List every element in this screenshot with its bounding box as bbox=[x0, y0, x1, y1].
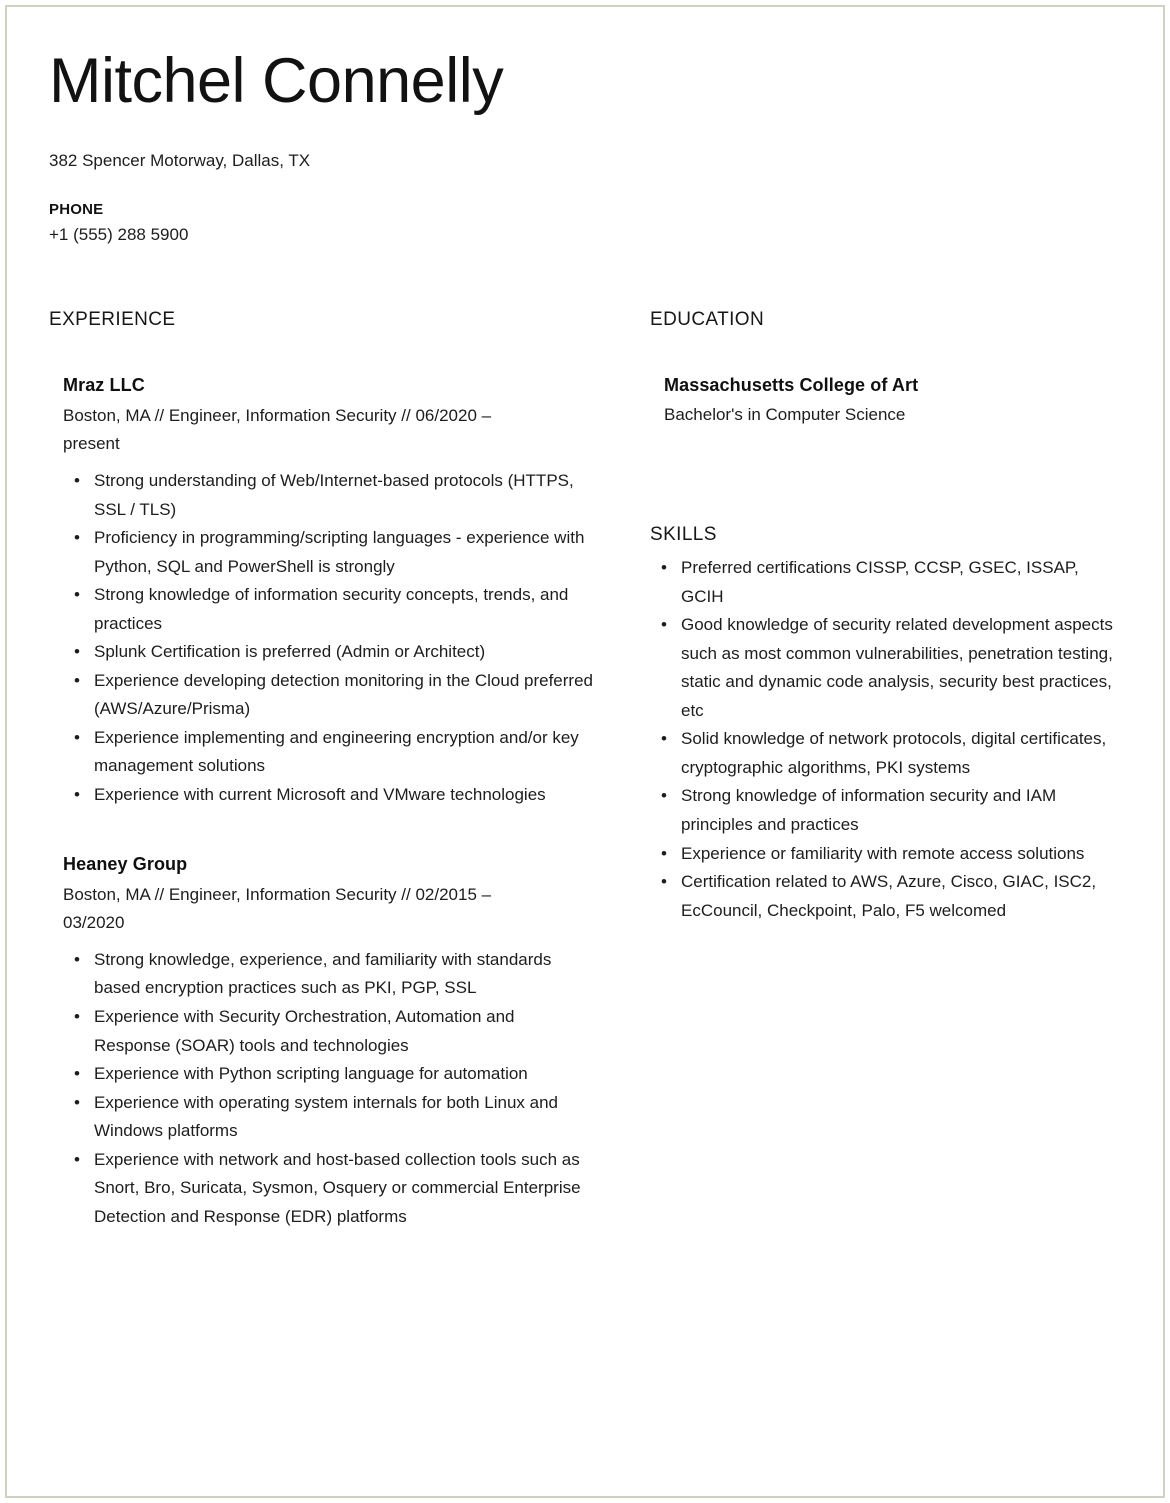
experience-bullet-list: Strong knowledge, experience, and famili… bbox=[63, 946, 602, 1231]
list-item: Experience with operating system interna… bbox=[63, 1089, 594, 1146]
section-title-education: EDUCATION bbox=[650, 308, 765, 330]
list-item: Experience with Security Orchestration, … bbox=[63, 1003, 594, 1060]
list-item: Certification related to AWS, Azure, Cis… bbox=[650, 868, 1124, 925]
phone-value: +1 (555) 288 5900 bbox=[49, 224, 189, 244]
education-school: Massachusetts College of Art bbox=[664, 374, 919, 395]
candidate-address: 382 Spencer Motorway, Dallas, TX bbox=[49, 151, 311, 170]
list-item: Experience implementing and engineering … bbox=[63, 724, 594, 781]
experience-column: EXPERIENCE Mraz LLC Boston, MA // Engine… bbox=[49, 309, 602, 1232]
list-item: Experience with network and host-based c… bbox=[63, 1146, 594, 1232]
phone-label: PHONE bbox=[49, 200, 104, 218]
education-skills-column: EDUCATION Massachusetts College of Art B… bbox=[650, 309, 1124, 1232]
skills-section: SKILLS Preferred certifications CISSP, C… bbox=[650, 524, 1124, 925]
education-entry: Massachusetts College of Art Bachelor's … bbox=[664, 373, 1124, 428]
list-item: Solid knowledge of network protocols, di… bbox=[650, 725, 1124, 782]
skills-bullet-list: Preferred certifications CISSP, CCSP, GS… bbox=[650, 554, 1124, 925]
list-item: Strong knowledge of information security… bbox=[650, 782, 1124, 839]
candidate-name: Mitchel Connelly bbox=[49, 46, 504, 116]
section-title-experience: EXPERIENCE bbox=[49, 308, 176, 330]
list-item: Good knowledge of security related devel… bbox=[650, 611, 1124, 725]
experience-bullet-list: Strong understanding of Web/Internet-bas… bbox=[63, 467, 602, 810]
education-degree: Bachelor's in Computer Science bbox=[664, 404, 906, 424]
section-title-skills: SKILLS bbox=[650, 524, 717, 546]
resume-page: Mitchel Connelly 382 Spencer Motorway, D… bbox=[0, 0, 1170, 1503]
list-item: Strong knowledge, experience, and famili… bbox=[63, 946, 594, 1003]
list-item: Proficiency in programming/scripting lan… bbox=[63, 524, 594, 581]
list-item: Strong understanding of Web/Internet-bas… bbox=[63, 467, 594, 524]
experience-meta: Boston, MA // Engineer, Information Secu… bbox=[63, 405, 492, 454]
column-gap bbox=[602, 309, 650, 1232]
experience-meta: Boston, MA // Engineer, Information Secu… bbox=[63, 884, 492, 933]
list-item: Strong knowledge of information security… bbox=[63, 581, 594, 638]
list-item: Experience developing detection monitori… bbox=[63, 667, 594, 724]
experience-company: Heaney Group bbox=[63, 853, 188, 874]
list-item: Splunk Certification is preferred (Admin… bbox=[63, 638, 594, 667]
list-item: Experience with current Microsoft and VM… bbox=[63, 781, 594, 810]
resume-header: Mitchel Connelly 382 Spencer Motorway, D… bbox=[49, 44, 1124, 247]
experience-company: Mraz LLC bbox=[63, 374, 145, 395]
resume-content: Mitchel Connelly 382 Spencer Motorway, D… bbox=[0, 0, 1170, 1503]
list-item: Experience or familiarity with remote ac… bbox=[650, 840, 1124, 869]
experience-entry: Heaney Group Boston, MA // Engineer, Inf… bbox=[63, 852, 602, 1232]
resume-columns: EXPERIENCE Mraz LLC Boston, MA // Engine… bbox=[49, 309, 1124, 1232]
list-item: Preferred certifications CISSP, CCSP, GS… bbox=[650, 554, 1124, 611]
experience-entry: Mraz LLC Boston, MA // Engineer, Informa… bbox=[63, 373, 602, 810]
list-item: Experience with Python scripting languag… bbox=[63, 1060, 594, 1089]
